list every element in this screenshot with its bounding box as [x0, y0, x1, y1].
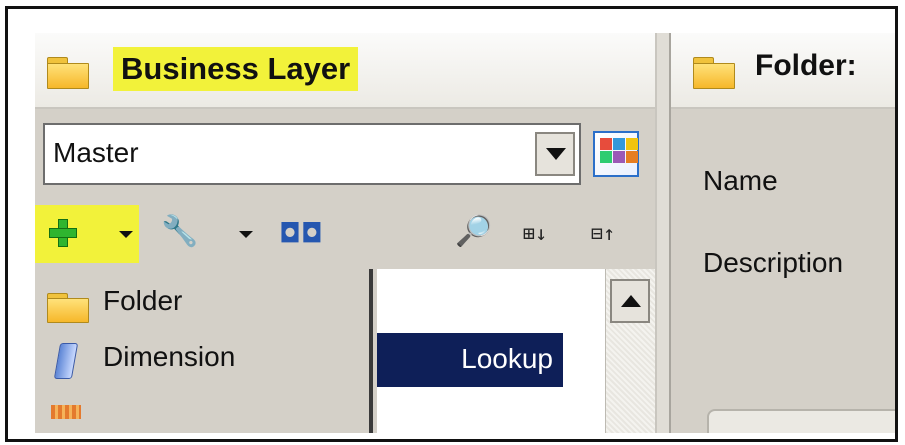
menu-item-dimension[interactable]: Dimension — [43, 335, 363, 387]
add-icon[interactable] — [49, 219, 77, 247]
properties-tab[interactable] — [707, 409, 895, 433]
palette-button[interactable] — [593, 131, 639, 177]
vertical-scrollbar[interactable] — [605, 269, 655, 433]
magnifier-icon[interactable]: 🔎 — [455, 217, 492, 247]
wrench-properties-icon[interactable]: 🔧 — [161, 217, 198, 247]
folder-icon — [47, 57, 89, 89]
dimension-icon — [53, 343, 79, 379]
binoculars-icon[interactable]: ◘◘ — [279, 219, 323, 249]
measure-icon — [51, 405, 81, 419]
panel-header: Business Layer — [35, 33, 655, 109]
palette-icon — [600, 138, 612, 150]
business-layer-tree: Lookup — [377, 269, 605, 433]
tree-item-selected[interactable]: Lookup — [377, 333, 563, 387]
properties-title: Folder: — [755, 49, 857, 82]
collapse-all-icon[interactable]: ⊟↑ — [591, 221, 615, 245]
folder-icon — [47, 293, 89, 323]
panel-toolbar: 🔧 ◘◘ 🔎 ⊞↓ ⊟↑ — [35, 205, 655, 263]
chevron-down-icon — [546, 148, 566, 160]
view-selector-value: Master — [53, 137, 139, 168]
name-label: Name — [703, 165, 778, 196]
screenshot-frame: Business Layer Master 🔧 ◘◘ 🔎 ⊞↓ ⊟↑ Folde… — [5, 6, 898, 442]
folder-icon — [693, 57, 735, 89]
chevron-down-icon[interactable] — [239, 231, 253, 238]
pane-splitter[interactable] — [655, 33, 671, 433]
menu-item-label: Folder — [103, 285, 183, 316]
business-layer-panel: Business Layer Master 🔧 ◘◘ 🔎 ⊞↓ ⊟↑ Folde… — [35, 33, 655, 433]
insert-menu: Folder Dimension — [35, 269, 373, 433]
properties-header: Folder: — [671, 33, 895, 109]
folder-properties-panel: Folder: Name Description — [671, 33, 895, 433]
menu-item-label: Dimension — [103, 341, 236, 372]
menu-item-folder[interactable]: Folder — [43, 279, 363, 331]
dropdown-arrow-button[interactable] — [535, 132, 575, 176]
scroll-up-button[interactable] — [610, 279, 650, 323]
tree-item-label: Lookup — [461, 343, 553, 374]
description-label: Description — [703, 247, 844, 278]
chevron-up-icon — [621, 295, 641, 307]
expand-all-icon[interactable]: ⊞↓ — [523, 221, 547, 245]
chevron-down-icon[interactable] — [119, 231, 133, 238]
panel-title: Business Layer — [113, 47, 359, 91]
view-selector-dropdown[interactable]: Master — [43, 123, 581, 185]
